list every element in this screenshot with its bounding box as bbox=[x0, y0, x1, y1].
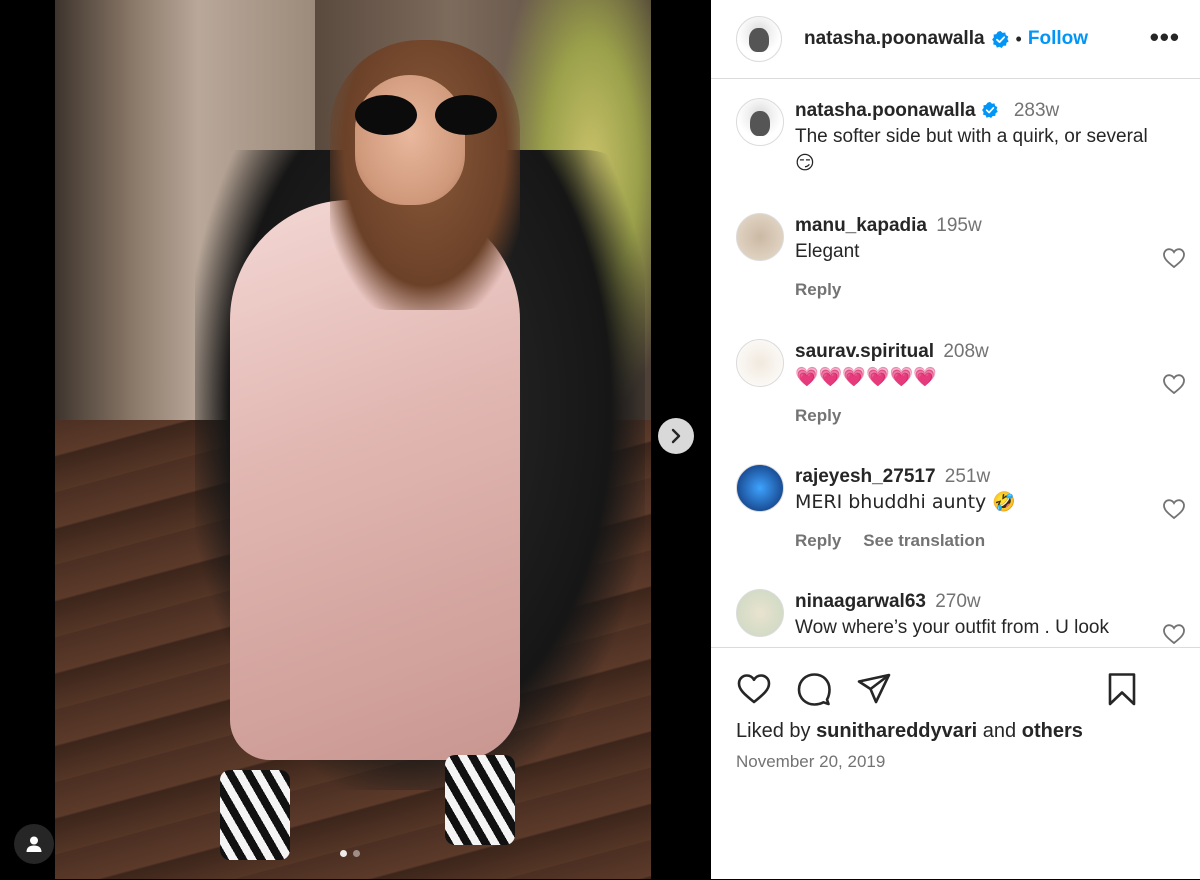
reply-button[interactable]: Reply bbox=[795, 280, 841, 300]
comment-username[interactable]: saurav.spiritual bbox=[795, 341, 934, 362]
carousel-next-button[interactable] bbox=[658, 418, 694, 454]
carousel-indicator bbox=[340, 850, 360, 857]
like-comment-heart-icon[interactable] bbox=[1162, 623, 1186, 645]
post-header: natasha.poonawalla • Follow ••• bbox=[711, 0, 1200, 79]
comments-list[interactable]: natasha.poonawalla 283w The softer side … bbox=[711, 79, 1200, 646]
like-heart-icon[interactable] bbox=[736, 671, 772, 707]
comment-bubble-icon[interactable] bbox=[796, 671, 832, 707]
comment-time[interactable]: 195w bbox=[936, 215, 981, 236]
comment-time[interactable]: 251w bbox=[945, 466, 990, 487]
comment-text: Wow where’s your outfit from . U look bbox=[795, 617, 1109, 638]
tagged-users-button[interactable] bbox=[14, 824, 54, 864]
like-comment-heart-icon[interactable] bbox=[1162, 498, 1186, 520]
save-bookmark-icon[interactable] bbox=[1104, 671, 1140, 707]
carousel-dot bbox=[340, 850, 347, 857]
comment-avatar[interactable] bbox=[736, 464, 784, 512]
likes-prefix: Liked by bbox=[736, 720, 811, 742]
verified-badge-icon bbox=[981, 101, 998, 119]
share-paper-plane-icon[interactable] bbox=[856, 671, 892, 707]
reply-button[interactable]: Reply bbox=[795, 406, 841, 426]
caption-text: The softer side but with a quirk, or sev… bbox=[795, 126, 1148, 147]
follow-button[interactable]: Follow bbox=[1028, 28, 1088, 50]
reply-button[interactable]: Reply bbox=[795, 531, 841, 551]
likes-others-link[interactable]: others bbox=[1022, 720, 1083, 742]
comment-avatar[interactable] bbox=[736, 589, 784, 637]
likes-summary: Liked by sunithareddyvari and others bbox=[736, 720, 1083, 743]
comment-avatar[interactable] bbox=[736, 213, 784, 261]
comment-avatar[interactable] bbox=[736, 339, 784, 387]
see-translation-button[interactable]: See translation bbox=[863, 531, 985, 551]
chevron-right-icon bbox=[671, 428, 681, 444]
likes-and: and bbox=[982, 720, 1017, 742]
comment-time[interactable]: 270w bbox=[935, 591, 980, 612]
post-panel: natasha.poonawalla • Follow ••• natasha.… bbox=[711, 0, 1200, 879]
post-date[interactable]: November 20, 2019 bbox=[736, 752, 885, 772]
comment-text: Elegant bbox=[795, 241, 860, 262]
post-media bbox=[0, 0, 711, 879]
comment-username[interactable]: rajeyesh_27517 bbox=[795, 466, 936, 487]
photo-shoe bbox=[220, 770, 290, 860]
comment-username[interactable]: ninaagarwal63 bbox=[795, 591, 926, 612]
caption-time[interactable]: 283w bbox=[1014, 100, 1059, 121]
comment-text: MERI bhuddhi aunty 🤣 bbox=[795, 491, 1016, 513]
photo-shoe bbox=[445, 755, 515, 845]
post-footer: Liked by sunithareddyvari and others Nov… bbox=[711, 647, 1200, 880]
post-photo[interactable] bbox=[55, 0, 651, 879]
header-separator: • bbox=[1015, 28, 1022, 49]
comment-username[interactable]: manu_kapadia bbox=[795, 215, 927, 236]
user-tag-icon bbox=[26, 836, 42, 852]
caption-avatar[interactable] bbox=[736, 98, 784, 146]
carousel-dot bbox=[353, 850, 360, 857]
more-options-icon[interactable]: ••• bbox=[1150, 22, 1180, 53]
owner-avatar[interactable] bbox=[736, 16, 782, 62]
like-comment-heart-icon[interactable] bbox=[1162, 247, 1186, 269]
comment-time[interactable]: 208w bbox=[943, 341, 988, 362]
owner-username[interactable]: natasha.poonawalla bbox=[804, 28, 985, 50]
verified-badge-icon bbox=[991, 30, 1009, 48]
action-bar bbox=[736, 671, 892, 707]
caption-emoji: 😏 bbox=[795, 152, 815, 174]
comment-text: 💗💗💗💗💗💗 bbox=[795, 366, 937, 388]
caption-username[interactable]: natasha.poonawalla bbox=[795, 100, 976, 121]
photo-sunglasses bbox=[355, 95, 505, 135]
liked-by-username[interactable]: sunithareddyvari bbox=[816, 720, 977, 742]
like-comment-heart-icon[interactable] bbox=[1162, 373, 1186, 395]
